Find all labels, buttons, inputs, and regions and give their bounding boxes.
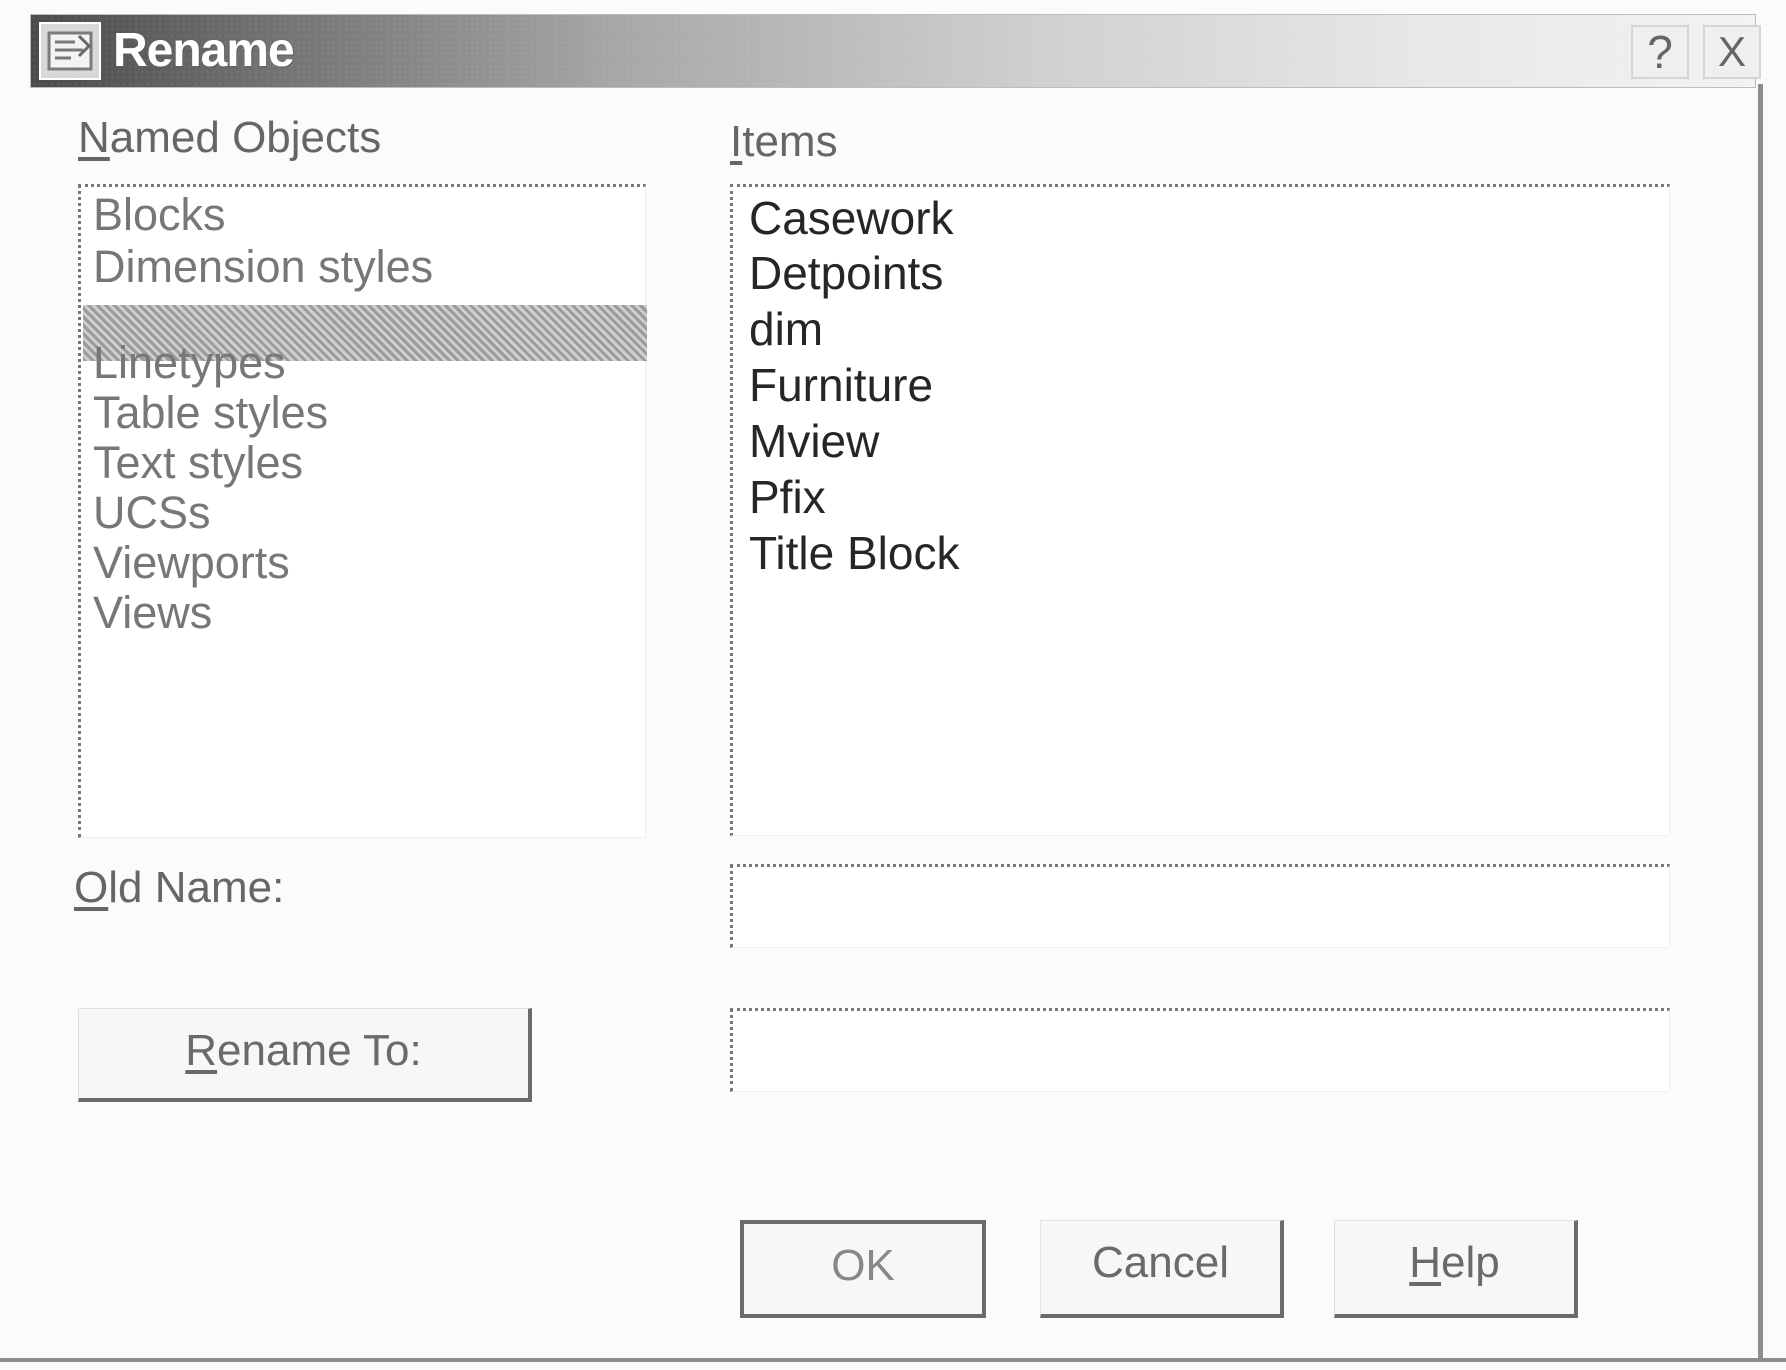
- named-object-blocks[interactable]: Blocks: [93, 187, 226, 243]
- named-object-table-styles[interactable]: Table styles: [93, 385, 328, 441]
- named-objects-mnemonic: N: [78, 113, 110, 162]
- item-mview[interactable]: Mview: [749, 413, 879, 469]
- window-title: Rename: [113, 24, 295, 77]
- rename-to-field[interactable]: [730, 1008, 1670, 1092]
- item-pfix[interactable]: Pfix: [749, 469, 826, 525]
- close-icon[interactable]: X: [1703, 25, 1761, 79]
- dialog-app-icon: [47, 31, 93, 71]
- cancel-button[interactable]: Cancel: [1040, 1220, 1284, 1318]
- item-casework[interactable]: Casework: [749, 190, 954, 246]
- help-button[interactable]: Help: [1334, 1220, 1578, 1318]
- rename-dialog: Rename ? X Named Objects Blocks Dimensio…: [0, 0, 1786, 1370]
- named-object-ucss[interactable]: UCSs: [93, 485, 211, 541]
- named-object-views[interactable]: Views: [93, 585, 212, 641]
- items-list[interactable]: Casework Detpoints dim Furniture Mview P…: [730, 184, 1670, 836]
- help-mnemonic: H: [1409, 1238, 1442, 1287]
- dialog-right-border: [1758, 84, 1763, 1360]
- named-objects-label: Named Objects: [78, 112, 381, 164]
- item-detpoints[interactable]: Detpoints: [749, 245, 943, 301]
- help-question-button[interactable]: ?: [1631, 25, 1689, 79]
- named-objects-label-text: amed Objects: [109, 113, 382, 162]
- old-name-label: Old Name:: [74, 862, 284, 914]
- named-object-linetypes[interactable]: Linetypes: [93, 335, 286, 391]
- rename-to-mnemonic: R: [185, 1026, 218, 1075]
- named-objects-list[interactable]: Blocks Dimension styles Linetypes Table …: [78, 184, 647, 838]
- ok-button[interactable]: OK: [740, 1220, 986, 1318]
- rename-to-button[interactable]: Rename To:: [78, 1008, 532, 1102]
- named-object-text-styles[interactable]: Text styles: [93, 435, 303, 491]
- title-bar[interactable]: Rename ? X: [30, 14, 1761, 88]
- named-object-dimension-styles[interactable]: Dimension styles: [93, 239, 433, 295]
- rename-to-label: ename To:: [217, 1026, 422, 1075]
- item-title-block[interactable]: Title Block: [749, 525, 959, 581]
- items-label-text: tems: [742, 117, 838, 166]
- item-furniture[interactable]: Furniture: [749, 357, 933, 413]
- items-mnemonic: I: [730, 117, 743, 166]
- dialog-bottom-border: [0, 1358, 1786, 1362]
- help-label: elp: [1441, 1238, 1500, 1287]
- items-label: Items: [730, 116, 838, 168]
- item-dim[interactable]: dim: [749, 301, 823, 357]
- dialog-app-icon: [39, 22, 101, 80]
- old-name-mnemonic: O: [74, 863, 109, 912]
- old-name-label-text: ld Name:: [108, 863, 285, 912]
- old-name-field[interactable]: [730, 864, 1670, 948]
- named-object-viewports[interactable]: Viewports: [93, 535, 290, 591]
